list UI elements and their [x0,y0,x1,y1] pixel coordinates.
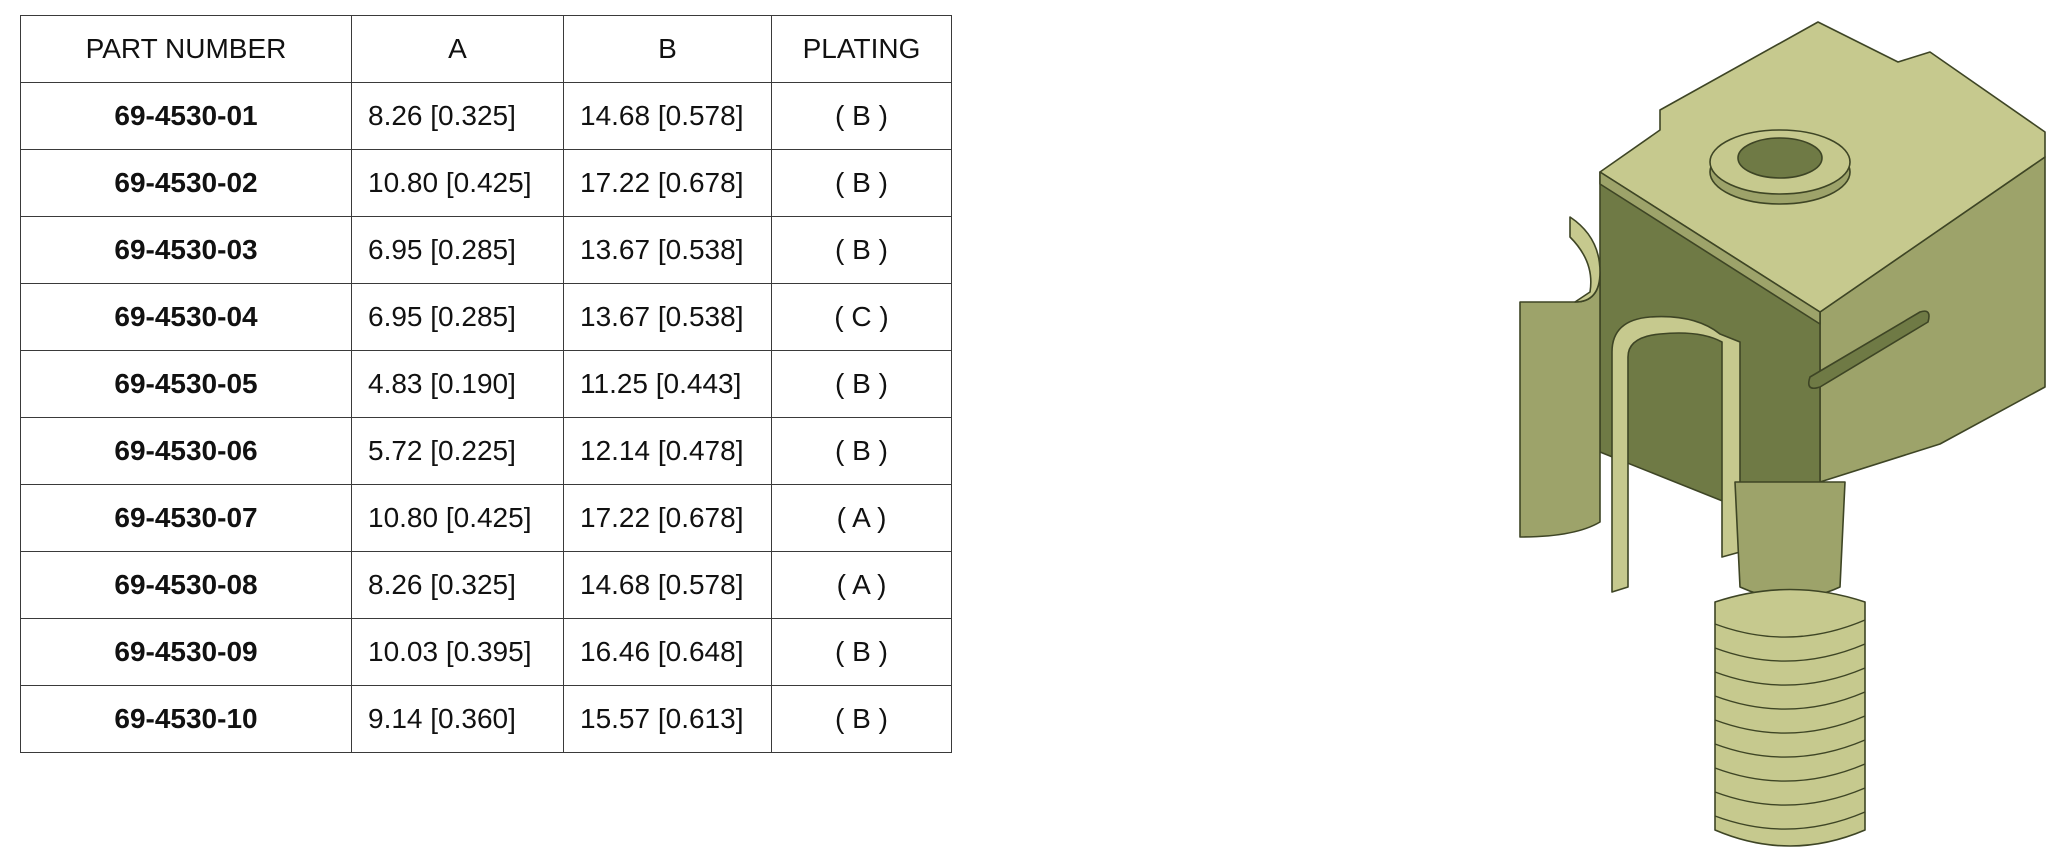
table-row: 69-4530-07 10.80 [0.425] 17.22 [0.678] (… [20,484,952,552]
part-number-cell: 69-4530-05 [20,350,352,418]
dimension-b-cell: 13.67 [0.538] [563,283,772,351]
table-row: 69-4530-06 5.72 [0.225] 12.14 [0.478] ( … [20,417,952,485]
dimension-b-cell: 11.25 [0.443] [563,350,772,418]
table-row: 69-4530-08 8.26 [0.325] 14.68 [0.578] ( … [20,551,952,619]
header-a: A [351,15,564,83]
dimension-b-cell: 13.67 [0.538] [563,216,772,284]
dimension-a-cell: 4.83 [0.190] [351,350,564,418]
header-b: B [563,15,772,83]
table-row: 69-4530-03 6.95 [0.285] 13.67 [0.538] ( … [20,216,952,284]
dimension-a-cell: 10.80 [0.425] [351,149,564,217]
part-spec-table: PART NUMBER A B PLATING 69-4530-01 8.26 … [20,15,952,753]
plating-cell: ( B ) [771,417,952,485]
part-number-cell: 69-4530-08 [20,551,352,619]
dimension-a-cell: 8.26 [0.325] [351,82,564,150]
table-row: 69-4530-09 10.03 [0.395] 16.46 [0.648] (… [20,618,952,686]
header-plating: PLATING [771,15,952,83]
dimension-a-cell: 10.80 [0.425] [351,484,564,552]
dimension-b-cell: 17.22 [0.678] [563,149,772,217]
part-number-cell: 69-4530-01 [20,82,352,150]
neck [1734,481,1846,600]
dimension-a-cell: 10.03 [0.395] [351,618,564,686]
dimension-b-cell: 16.46 [0.648] [563,618,772,686]
part-number-cell: 69-4530-04 [20,283,352,351]
dimension-b-cell: 12.14 [0.478] [563,417,772,485]
part-number-cell: 69-4530-03 [20,216,352,284]
dimension-a-cell: 8.26 [0.325] [351,551,564,619]
plating-cell: ( C ) [771,283,952,351]
plating-cell: ( B ) [771,685,952,753]
part-number-cell: 69-4530-09 [20,618,352,686]
plating-cell: ( B ) [771,149,952,217]
table-row: 69-4530-02 10.80 [0.425] 17.22 [0.678] (… [20,149,952,217]
table-header-row: PART NUMBER A B PLATING [20,15,952,83]
threaded-clip-fastener-icon [1519,21,2046,847]
dimension-a-cell: 6.95 [0.285] [351,216,564,284]
dimension-a-cell: 5.72 [0.225] [351,417,564,485]
plating-cell: ( A ) [771,484,952,552]
plating-cell: ( B ) [771,350,952,418]
header-part-number: PART NUMBER [20,15,352,83]
dimension-b-cell: 14.68 [0.578] [563,82,772,150]
plating-cell: ( B ) [771,618,952,686]
part-number-cell: 69-4530-10 [20,685,352,753]
plating-cell: ( B ) [771,82,952,150]
left-clip [1519,271,1601,538]
part-number-cell: 69-4530-02 [20,149,352,217]
table-row: 69-4530-01 8.26 [0.325] 14.68 [0.578] ( … [20,82,952,150]
dimension-a-cell: 6.95 [0.285] [351,283,564,351]
collar-hole [1737,137,1823,179]
dimension-b-cell: 14.68 [0.578] [563,551,772,619]
plating-cell: ( B ) [771,216,952,284]
dimension-b-cell: 15.57 [0.613] [563,685,772,753]
left-clip-tab [1569,216,1601,303]
plating-cell: ( A ) [771,551,952,619]
dimension-b-cell: 17.22 [0.678] [563,484,772,552]
part-number-cell: 69-4530-06 [20,417,352,485]
dimension-a-cell: 9.14 [0.360] [351,685,564,753]
table-row: 69-4530-10 9.14 [0.360] 15.57 [0.613] ( … [20,685,952,753]
part-number-cell: 69-4530-07 [20,484,352,552]
table-row: 69-4530-05 4.83 [0.190] 11.25 [0.443] ( … [20,350,952,418]
table-row: 69-4530-04 6.95 [0.285] 13.67 [0.538] ( … [20,283,952,351]
